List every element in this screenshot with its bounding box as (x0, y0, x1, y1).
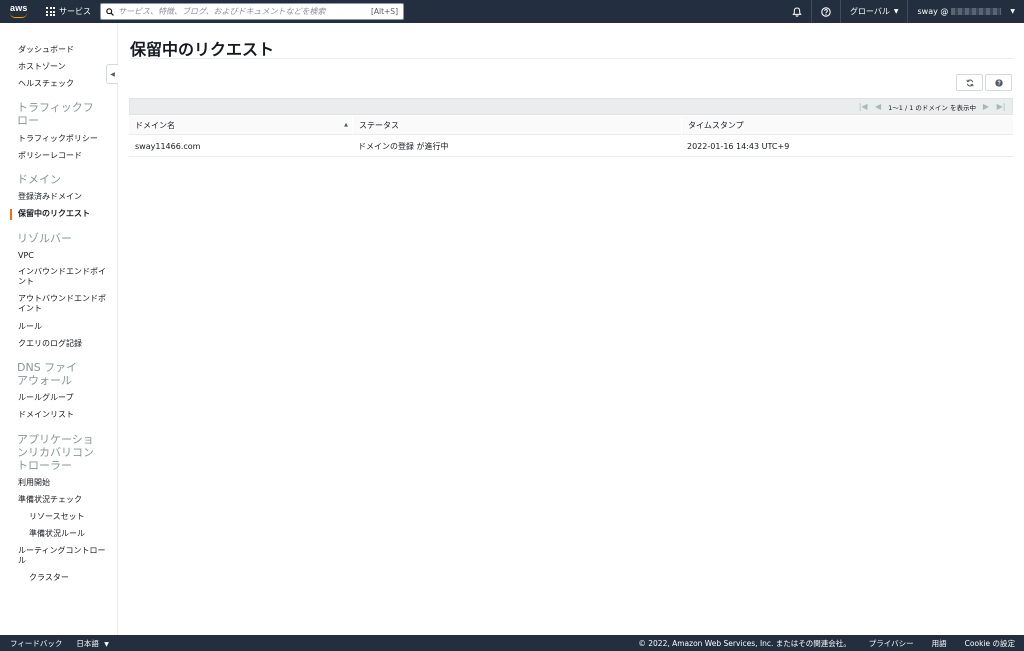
search-icon (106, 7, 114, 16)
grid-icon (46, 7, 55, 16)
services-label: サービス (59, 7, 91, 16)
language-label: 日本語 (76, 638, 99, 648)
sidebar-section-dns-firewall: DNS ファイアウォール (17, 361, 78, 387)
notifications-button[interactable] (783, 0, 811, 23)
main-content: 保留中のリクエスト |◀ ◀ 1～1 / 1 のドメイン を表示中 ▶ ▶| ド… (118, 23, 1024, 635)
next-page-icon[interactable]: ▶ (981, 102, 991, 111)
title-divider (130, 58, 1013, 59)
privacy-link[interactable]: プライバシー (869, 638, 914, 649)
bell-icon (792, 6, 802, 17)
sidebar-section-traffic-flow: トラフィックフロー (17, 101, 94, 127)
search-box[interactable]: [Alt+S] (100, 3, 404, 20)
last-page-icon[interactable]: ▶| (996, 102, 1006, 111)
sidebar-item-vpc[interactable]: VPC (18, 251, 34, 261)
redacted-account-id (951, 8, 1002, 15)
account-menu[interactable]: sway @ ▼ (907, 0, 1024, 23)
sidebar-item-health-checks[interactable]: ヘルスチェック (18, 79, 74, 89)
help-icon (821, 6, 831, 17)
sidebar-item-getting-started[interactable]: 利用開始 (18, 478, 50, 488)
search-input[interactable] (118, 7, 371, 16)
column-header-label: ドメイン名 (135, 121, 175, 130)
sidebar-section-domains: ドメイン (17, 173, 61, 186)
sort-asc-icon: ▲ (344, 122, 348, 128)
column-header-timestamp[interactable]: タイムスタンプ (681, 116, 1013, 135)
cell-timestamp: 2022-01-16 14:43 UTC+9 (687, 142, 790, 151)
table-header: ドメイン名 ▲ ステータス タイムスタンプ (129, 116, 1013, 135)
aws-smile-mark (10, 13, 27, 18)
sidebar-item-readiness-rules[interactable]: 準備状況ルール (29, 529, 85, 539)
aws-logo-text: aws (10, 3, 28, 13)
feedback-link[interactable]: フィードバック (10, 638, 62, 649)
cell-domain: sway11466.com (135, 142, 201, 151)
region-label: グローバル (849, 7, 890, 16)
info-icon (994, 78, 1003, 87)
sidebar-item-registered-domains[interactable]: 登録済みドメイン (18, 192, 82, 202)
footer: フィードバック 日本語 ▼ © 2022, Amazon Web Service… (0, 635, 1024, 651)
terms-link[interactable]: 用語 (932, 638, 947, 649)
sidebar-item-rules[interactable]: ルール (18, 322, 42, 332)
cell-status: ドメインの登録 が進行中 (358, 142, 449, 151)
pagination-text: 1～1 / 1 のドメイン を表示中 (888, 103, 976, 112)
info-button[interactable] (985, 74, 1012, 91)
help-button[interactable] (810, 0, 840, 23)
search-shortcut-hint: [Alt+S] (370, 7, 398, 16)
refresh-button[interactable] (956, 74, 983, 91)
sidebar-section-arc: アプリケーションリカバリコントローラー (17, 433, 94, 472)
sidebar-item-rule-groups[interactable]: ルールグループ (18, 393, 74, 403)
collapse-icon: ◀ (110, 70, 115, 78)
sidebar-item-traffic-policies[interactable]: トラフィックポリシー (18, 134, 98, 144)
refresh-icon (965, 79, 974, 86)
sidebar-item-hosted-zones[interactable]: ホストゾーン (18, 62, 66, 72)
copyright-text: © 2022, Amazon Web Services, Inc. またはその関… (638, 638, 851, 648)
language-selector[interactable]: 日本語 ▼ (76, 638, 109, 649)
top-navigation: aws サービス [Alt+S] グロ (0, 0, 1024, 23)
table-row[interactable]: sway11466.com ドメインの登録 が進行中 2022-01-16 14… (129, 136, 1013, 157)
sidebar-item-clusters[interactable]: クラスター (29, 573, 69, 583)
sidebar-item-dashboard[interactable]: ダッシュボード (18, 45, 74, 55)
services-menu-button[interactable]: サービス (46, 0, 91, 23)
table-pagination-bar: |◀ ◀ 1～1 / 1 のドメイン を表示中 ▶ ▶| (129, 98, 1013, 115)
prev-page-icon[interactable]: ◀ (873, 102, 883, 111)
column-header-label: ステータス (359, 121, 399, 130)
chevron-down-icon: ▼ (104, 640, 109, 648)
sidebar: ダッシュボード ホストゾーン ヘルスチェック トラフィックフロー トラフィックポ… (0, 23, 118, 635)
sidebar-item-readiness-check[interactable]: 準備状況チェック (18, 495, 82, 505)
first-page-icon[interactable]: |◀ (858, 102, 868, 111)
page-title: 保留中のリクエスト (130, 40, 275, 59)
chevron-down-icon: ▼ (1010, 8, 1015, 15)
column-header-domain[interactable]: ドメイン名 ▲ (129, 116, 352, 135)
sidebar-item-pending-requests[interactable]: 保留中のリクエスト (18, 209, 90, 219)
column-header-label: タイムスタンプ (688, 121, 744, 130)
sidebar-item-inbound-endpoints[interactable]: インバウンドエンドポイント (18, 267, 106, 287)
sidebar-item-query-logging[interactable]: クエリのログ記録 (18, 339, 82, 349)
sidebar-item-resource-sets[interactable]: リソースセット (29, 512, 85, 522)
sidebar-item-outbound-endpoints[interactable]: アウトバウンドエンドポイント (18, 294, 106, 314)
sidebar-collapse-button[interactable]: ◀ (106, 64, 118, 84)
cookie-settings-link[interactable]: Cookie の設定 (965, 638, 1015, 649)
region-selector[interactable]: グローバル ▼ (839, 0, 908, 23)
sidebar-section-resolver: リゾルバー (17, 232, 72, 245)
sidebar-item-domain-lists[interactable]: ドメインリスト (18, 410, 74, 420)
sidebar-item-policy-records[interactable]: ポリシーレコード (18, 151, 82, 161)
aws-logo[interactable]: aws (8, 0, 42, 23)
active-indicator (10, 209, 12, 220)
sidebar-item-routing-control[interactable]: ルーティングコントロール (18, 546, 106, 566)
chevron-down-icon: ▼ (893, 8, 899, 15)
account-label: sway @ (917, 7, 949, 16)
column-header-status[interactable]: ステータス (352, 116, 681, 135)
